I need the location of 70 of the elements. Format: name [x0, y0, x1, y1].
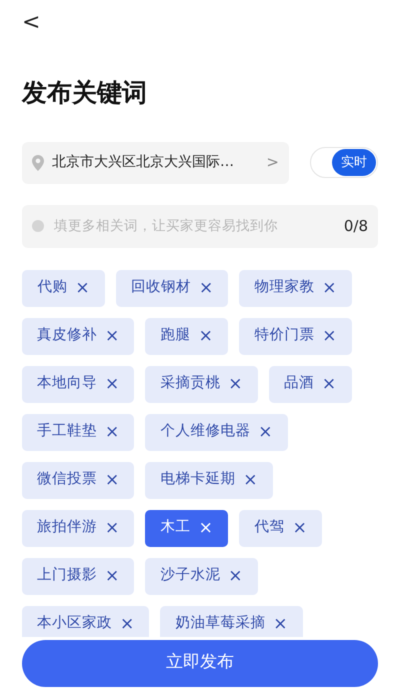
tag-label: 代驾	[254, 518, 285, 538]
tag-label: 特价门票	[254, 326, 314, 346]
tag-label: 品酒	[284, 374, 314, 394]
keyword-tag[interactable]: 沙子水泥 ×	[145, 558, 258, 594]
remove-icon[interactable]: ×	[322, 328, 336, 344]
remove-icon[interactable]: ×	[228, 376, 242, 392]
remove-icon[interactable]: ×	[105, 568, 120, 584]
tag-label: 旅拍伴游	[37, 518, 97, 538]
character-count: 0/8	[344, 216, 368, 237]
remove-icon[interactable]: ×	[120, 616, 134, 632]
location-pin-icon	[32, 154, 44, 170]
remove-icon[interactable]: ×	[105, 424, 120, 440]
remove-icon[interactable]: ×	[198, 328, 213, 344]
page-title: 发布关键词	[22, 77, 148, 109]
tag-label: 本地向导	[37, 374, 97, 394]
location-selector[interactable]: 北京市大兴区北京大兴国际… >	[22, 142, 289, 184]
keyword-tag[interactable]: 奶油草莓采摘 ×	[160, 606, 302, 636]
tag-label: 手工鞋垫	[37, 422, 97, 442]
remove-icon[interactable]: ×	[105, 472, 120, 488]
back-button[interactable]: <	[22, 12, 40, 34]
keyword-tag[interactable]: 特价门票 ×	[239, 318, 352, 354]
remove-icon[interactable]: ×	[322, 376, 336, 392]
tag-label: 木工	[160, 518, 191, 538]
tag-label: 回收钢材	[131, 278, 191, 298]
remove-icon[interactable]: ×	[273, 616, 288, 632]
keyword-tag[interactable]: 回收钢材 ×	[116, 270, 228, 306]
keyword-tag[interactable]: 品酒 ×	[268, 366, 352, 402]
remove-icon[interactable]: ×	[292, 520, 307, 536]
keyword-tag[interactable]: 物理家教 ×	[239, 270, 352, 306]
keyword-tag[interactable]: 代购 ×	[22, 270, 105, 306]
remove-icon[interactable]: ×	[75, 280, 90, 296]
tag-label: 奶油草莓采摘	[175, 614, 266, 634]
keyword-tag[interactable]: 跑腿 ×	[145, 318, 228, 354]
tag-label: 上门摄影	[37, 566, 97, 586]
tag-label: 代购	[37, 278, 68, 298]
keyword-tag[interactable]: 代驾 ×	[239, 510, 322, 546]
remove-icon[interactable]: ×	[322, 280, 336, 296]
tag-label: 微信投票	[37, 470, 97, 490]
keyword-tag[interactable]: 本地向导 ×	[22, 366, 134, 402]
remove-icon[interactable]: ×	[198, 520, 213, 536]
keyword-tag[interactable]: 本小区家政 ×	[22, 606, 150, 636]
tag-label: 真皮修补	[37, 326, 97, 346]
tag-label: 物理家教	[254, 278, 314, 298]
remove-icon[interactable]: ×	[105, 520, 120, 536]
remove-icon[interactable]: ×	[228, 568, 242, 584]
remove-icon[interactable]: ×	[243, 472, 258, 488]
publish-button[interactable]: 立即发布	[22, 640, 378, 686]
keyword-tag[interactable]: 采摘贡桃 ×	[145, 366, 258, 402]
tag-label: 电梯卡延期	[160, 470, 236, 490]
remove-icon[interactable]: ×	[105, 376, 120, 392]
dot-icon	[32, 220, 44, 232]
realtime-toggle[interactable]: 实时	[310, 147, 378, 178]
keyword-tag[interactable]: 微信投票 ×	[22, 462, 134, 498]
tag-label: 个人维修电器	[160, 422, 250, 442]
tag-label: 沙子水泥	[160, 566, 220, 586]
keyword-tag[interactable]: 手工鞋垫 ×	[22, 414, 134, 450]
keyword-field[interactable]: 填更多相关词，让买家更容易找到你 0/8	[22, 204, 378, 248]
keyword-tag[interactable]: 旅拍伴游 ×	[22, 510, 134, 546]
remove-icon[interactable]: ×	[258, 424, 272, 440]
remove-icon[interactable]: ×	[199, 280, 214, 296]
keyword-tag[interactable]: 上门摄影 ×	[22, 558, 134, 594]
tag-label: 跑腿	[160, 326, 191, 346]
tag-label: 本小区家政	[37, 614, 112, 634]
remove-icon[interactable]: ×	[105, 328, 120, 344]
tag-label: 采摘贡桃	[160, 374, 220, 394]
keyword-tag[interactable]: 电梯卡延期 ×	[145, 462, 272, 498]
keyword-tag[interactable]: 真皮修补 ×	[22, 318, 134, 354]
keyword-tag[interactable]: 木工 ×	[145, 510, 228, 546]
keyword-tag[interactable]: 个人维修电器 ×	[145, 414, 288, 450]
keyword-input[interactable]: 填更多相关词，让买家更容易找到你	[52, 214, 336, 238]
